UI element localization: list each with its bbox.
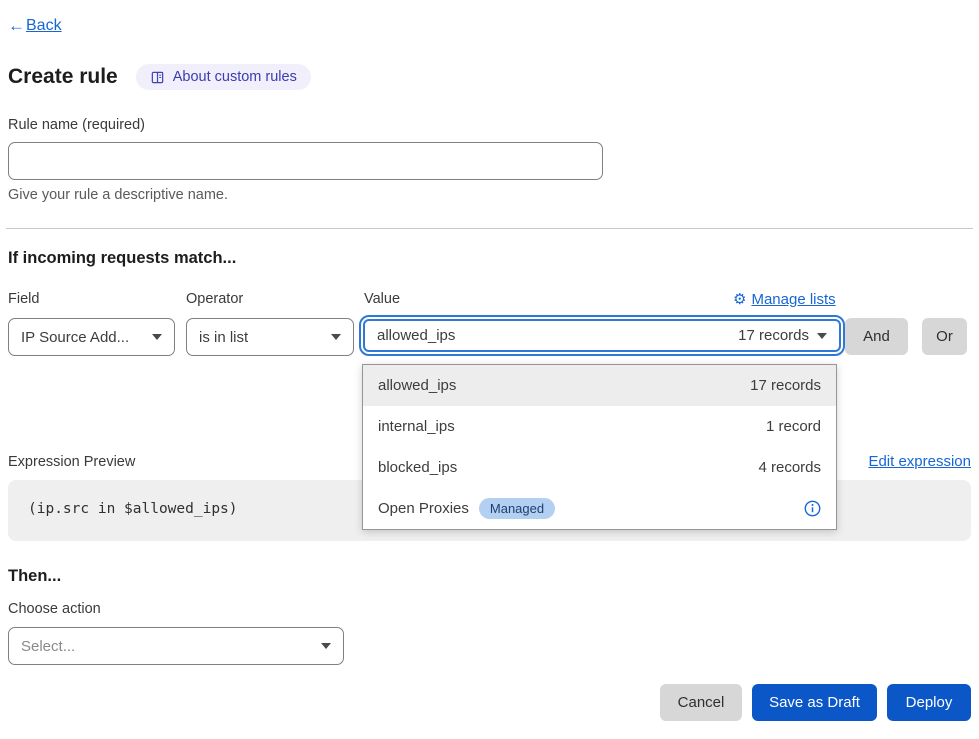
rule-name-helper: Give your rule a descriptive name. bbox=[8, 187, 228, 203]
list-name: blocked_ips bbox=[378, 459, 457, 476]
back-link[interactable]: ← Back bbox=[8, 16, 62, 36]
create-rule-page: ← Back Create rule About custom rules Ru… bbox=[0, 0, 979, 739]
dropdown-item-internal-ips[interactable]: internal_ips 1 record bbox=[363, 406, 836, 447]
page-title: Create rule bbox=[8, 65, 118, 89]
rule-name-input[interactable] bbox=[8, 142, 603, 180]
about-badge-label: About custom rules bbox=[173, 69, 297, 85]
match-section-heading: If incoming requests match... bbox=[8, 249, 236, 268]
dropdown-item-blocked-ips[interactable]: blocked_ips 4 records bbox=[363, 447, 836, 488]
field-label: Field bbox=[8, 291, 39, 307]
dropdown-item-open-proxies[interactable]: Open Proxies Managed bbox=[363, 488, 836, 529]
chevron-down-icon bbox=[817, 333, 827, 339]
action-select-placeholder: Select... bbox=[21, 638, 75, 655]
back-link-label[interactable]: Back bbox=[26, 17, 62, 35]
back-arrow-icon: ← bbox=[8, 16, 25, 36]
section-divider bbox=[6, 228, 973, 229]
then-section-heading: Then... bbox=[8, 567, 61, 586]
value-selected: allowed_ips bbox=[377, 327, 455, 344]
list-name: allowed_ips bbox=[378, 377, 456, 394]
operator-select-value: is in list bbox=[199, 329, 248, 346]
dropdown-item-allowed-ips[interactable]: allowed_ips 17 records bbox=[363, 365, 836, 406]
list-record-count: 17 records bbox=[750, 377, 821, 394]
list-name: Open Proxies bbox=[378, 500, 469, 517]
list-name: internal_ips bbox=[378, 418, 455, 435]
expression-preview-label: Expression Preview bbox=[8, 454, 135, 470]
managed-badge: Managed bbox=[479, 498, 555, 519]
info-icon[interactable] bbox=[804, 500, 821, 517]
save-as-draft-button[interactable]: Save as Draft bbox=[752, 684, 877, 721]
chevron-down-icon bbox=[331, 334, 341, 340]
value-dropdown-panel: allowed_ips 17 records internal_ips 1 re… bbox=[362, 364, 837, 530]
chevron-down-icon bbox=[152, 334, 162, 340]
and-button[interactable]: And bbox=[845, 318, 908, 355]
choose-action-label: Choose action bbox=[8, 601, 101, 617]
operator-select[interactable]: is in list bbox=[186, 318, 354, 356]
operator-label: Operator bbox=[186, 291, 243, 307]
value-record-count: 17 records bbox=[738, 327, 809, 344]
cancel-button[interactable]: Cancel bbox=[660, 684, 742, 721]
value-combobox[interactable]: allowed_ips 17 records bbox=[359, 315, 845, 356]
list-record-count: 4 records bbox=[758, 459, 821, 476]
value-combobox-inner: allowed_ips 17 records bbox=[363, 319, 841, 352]
edit-expression-link[interactable]: Edit expression bbox=[868, 453, 971, 470]
deploy-button[interactable]: Deploy bbox=[887, 684, 971, 721]
action-select[interactable]: Select... bbox=[8, 627, 344, 665]
gear-icon: ⚙ bbox=[733, 290, 746, 308]
field-select[interactable]: IP Source Add... bbox=[8, 318, 175, 356]
expression-code: (ip.src in $allowed_ips) bbox=[28, 501, 238, 517]
manage-lists-label[interactable]: Manage lists bbox=[751, 291, 835, 308]
book-icon bbox=[150, 70, 165, 85]
about-custom-rules-badge[interactable]: About custom rules bbox=[136, 64, 311, 90]
chevron-down-icon bbox=[321, 643, 331, 649]
manage-lists-link[interactable]: ⚙ Manage lists bbox=[733, 290, 836, 308]
field-select-value: IP Source Add... bbox=[21, 329, 129, 346]
list-record-count: 1 record bbox=[766, 418, 821, 435]
or-button[interactable]: Or bbox=[922, 318, 967, 355]
rule-name-label: Rule name (required) bbox=[8, 117, 145, 133]
value-label: Value bbox=[364, 291, 400, 307]
title-row: Create rule About custom rules bbox=[8, 64, 311, 90]
